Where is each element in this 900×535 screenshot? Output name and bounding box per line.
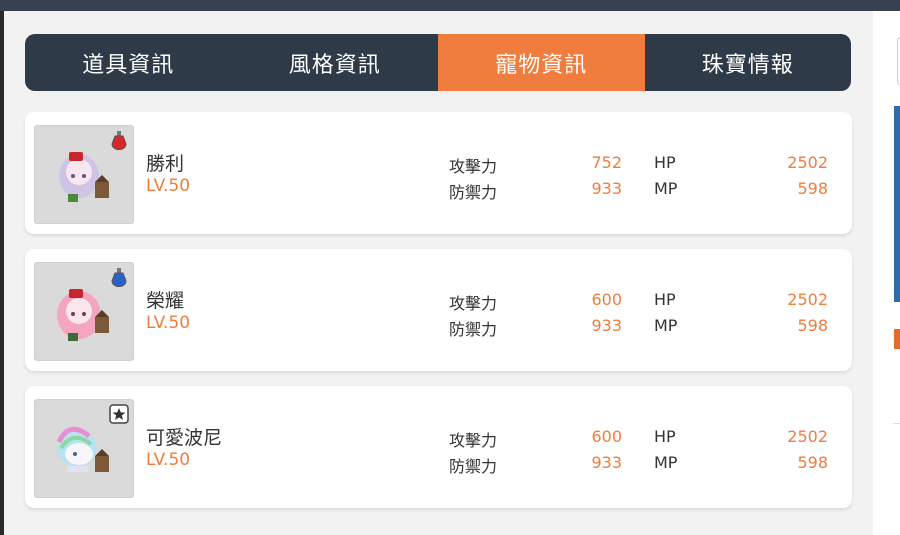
mp-label: MP — [654, 453, 678, 472]
mp-label: MP — [654, 316, 678, 335]
pet-name: 勝利 — [146, 153, 185, 175]
pet-level: LV.50 — [146, 313, 191, 333]
attack-value: 752 — [591, 153, 622, 172]
top-bar — [0, 0, 900, 11]
pet-level: LV.50 — [146, 176, 191, 196]
hp-label: HP — [654, 153, 676, 172]
defense-label: 防禦力 — [449, 183, 498, 202]
left-edge — [0, 11, 4, 535]
mp-label: MP — [654, 179, 678, 198]
defense-label: 防禦力 — [449, 457, 498, 476]
red-potion-icon — [111, 131, 127, 150]
defense-label: 防禦力 — [449, 320, 498, 339]
attack-label: 攻擊力 — [449, 157, 498, 176]
mp-value: 598 — [797, 453, 828, 472]
hp-value: 2502 — [787, 427, 828, 446]
right-side-panel — [873, 11, 900, 535]
hp-value: 2502 — [787, 290, 828, 309]
defense-value: 933 — [591, 316, 622, 335]
info-tabs: 道具資訊 風格資訊 寵物資訊 珠寶情報 — [25, 34, 851, 91]
pet-sprite-icon — [56, 426, 109, 472]
star-box-icon — [109, 404, 129, 424]
side-banner-image[interactable] — [894, 106, 900, 302]
blue-potion-icon — [111, 268, 127, 287]
pet-thumbnail[interactable] — [34, 262, 134, 361]
pet-level: LV.50 — [146, 450, 191, 470]
pet-card: 勝利 LV.50 攻擊力 752 防禦力 933 HP 2502 MP 598 — [25, 112, 852, 234]
pet-card: 榮耀 LV.50 攻擊力 600 防禦力 933 HP 2502 MP 598 — [25, 249, 852, 371]
mp-value: 598 — [797, 316, 828, 335]
pet-card: 可愛波尼 LV.50 攻擊力 600 防禦力 933 HP 2502 MP 59… — [25, 386, 852, 508]
hp-label: HP — [654, 290, 676, 309]
defense-value: 933 — [591, 453, 622, 472]
pet-name: 榮耀 — [146, 290, 185, 312]
pet-sprite-icon — [59, 152, 109, 202]
defense-value: 933 — [591, 179, 622, 198]
mp-value: 598 — [797, 179, 828, 198]
hp-label: HP — [654, 427, 676, 446]
attack-value: 600 — [591, 427, 622, 446]
pet-thumbnail[interactable] — [34, 125, 134, 224]
side-divider — [893, 423, 900, 424]
pet-sprite-icon — [57, 289, 109, 341]
attack-label: 攻擊力 — [449, 431, 498, 450]
side-icon — [894, 329, 900, 349]
tab-pet-info[interactable]: 寵物資訊 — [438, 34, 645, 91]
pet-thumbnail[interactable] — [34, 399, 134, 498]
pet-name: 可愛波尼 — [146, 427, 223, 449]
tab-style-info[interactable]: 風格資訊 — [232, 34, 439, 91]
attack-value: 600 — [591, 290, 622, 309]
hp-value: 2502 — [787, 153, 828, 172]
tab-item-info[interactable]: 道具資訊 — [25, 34, 232, 91]
tab-jewel-info[interactable]: 珠寶情報 — [645, 34, 852, 91]
attack-label: 攻擊力 — [449, 294, 498, 313]
